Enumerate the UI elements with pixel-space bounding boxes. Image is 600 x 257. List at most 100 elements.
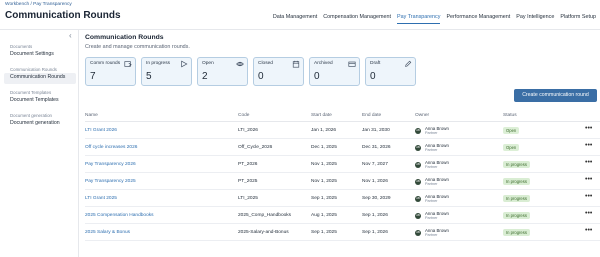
- stat-label: Draft: [370, 61, 381, 66]
- stat-card-comm-rounds[interactable]: Comm rounds 7: [85, 57, 136, 86]
- breadcrumb[interactable]: Workbench / Pay Transparency: [5, 2, 72, 7]
- rounds-icon: [124, 61, 132, 67]
- nav-compensation-management[interactable]: Compensation Management: [323, 14, 391, 24]
- end-date: Nov 1, 2026: [362, 179, 388, 184]
- stat-label: Comm rounds: [90, 61, 121, 66]
- table-row[interactable]: Off cycle increases 2026 Off_Cycle_2026 De…: [85, 139, 600, 156]
- end-date: Sep 1, 2026: [362, 213, 388, 218]
- more-options-icon[interactable]: •••: [585, 159, 592, 166]
- column-header-code[interactable]: Code: [238, 113, 249, 118]
- table-row[interactable]: Pay Transparency 2026 PT_2026 Nov 1, 2025 N…: [85, 156, 600, 173]
- stat-value: 0: [258, 71, 264, 82]
- table-row[interactable]: Pay Transparency 2025 PT_2025 Nov 1, 2025 N…: [85, 173, 600, 190]
- stat-card-archived[interactable]: Archived 0: [309, 57, 360, 86]
- round-name-link[interactable]: LTI Grant 2026: [85, 128, 117, 133]
- sidebar-item-document-settings[interactable]: Document Settings: [10, 51, 54, 57]
- owner-role: Partner: [425, 233, 438, 237]
- owner: AB Anna Brown Partner: [415, 143, 475, 153]
- section-title: Communication Rounds: [85, 34, 164, 41]
- main-content: Communication Rounds Create and manage c…: [85, 30, 600, 257]
- more-options-icon[interactable]: •••: [585, 176, 592, 183]
- column-header-end-date[interactable]: End date: [362, 113, 381, 118]
- round-name-link[interactable]: Off cycle increases 2026: [85, 145, 137, 150]
- owner: AB Anna Brown Partner: [415, 177, 475, 187]
- start-date: Sep 1, 2025: [311, 230, 337, 235]
- table-header: Name Code Start date End date Owner Stat…: [85, 110, 600, 122]
- stat-label: In progress: [146, 61, 170, 66]
- end-date: Nov 7, 2027: [362, 162, 388, 167]
- more-options-icon[interactable]: •••: [585, 125, 592, 132]
- stat-label: Archived: [314, 61, 333, 66]
- avatar: AB: [415, 145, 421, 151]
- more-options-icon[interactable]: •••: [585, 210, 592, 217]
- avatar: AB: [415, 230, 421, 236]
- create-communication-round-button[interactable]: Create communication round: [514, 89, 597, 102]
- round-code: Off_Cycle_2026: [238, 145, 273, 150]
- pencil-icon: [405, 60, 412, 67]
- owner: AB Anna Brown Partner: [415, 126, 475, 136]
- owner-role: Partner: [425, 199, 438, 203]
- column-header-owner[interactable]: Owner: [415, 113, 429, 118]
- start-date: Nov 1, 2025: [311, 162, 337, 167]
- end-date: Sep 30, 2029: [362, 196, 391, 201]
- avatar: AB: [415, 179, 421, 185]
- table-row[interactable]: 2025 Salary & Bonus 2025-Salary-and-Bonus…: [85, 224, 600, 241]
- round-name-link[interactable]: 2025 Salary & Bonus: [85, 230, 130, 235]
- stat-value: 0: [370, 71, 376, 82]
- round-code: 2025-Salary-and-Bonus: [238, 230, 289, 235]
- status-badge: In progress: [503, 195, 530, 202]
- round-name-link[interactable]: 2025 Compensation Handbooks: [85, 213, 154, 218]
- round-code: 2025_Comp_Handbooks: [238, 213, 292, 218]
- stat-card-open[interactable]: Open 2: [197, 57, 248, 86]
- start-date: Dec 1, 2025: [311, 145, 337, 150]
- stat-value: 7: [90, 71, 96, 82]
- nav-platform-setup[interactable]: Platform Setup: [560, 14, 596, 24]
- owner-role: Partner: [425, 216, 438, 220]
- stat-card-draft[interactable]: Draft 0: [365, 57, 416, 86]
- sidebar-group-caption: Document generation: [10, 113, 52, 118]
- stat-value: 2: [202, 71, 208, 82]
- eye-icon: [236, 61, 244, 67]
- round-code: LTI_2025: [238, 196, 258, 201]
- sidebar-item-communication-rounds[interactable]: Communication Rounds: [10, 74, 65, 80]
- avatar: AB: [415, 196, 421, 202]
- column-header-name[interactable]: Name: [85, 113, 98, 118]
- stat-value: 5: [146, 71, 152, 82]
- table-row[interactable]: LTI Grant 2025 LTI_2025 Sep 1, 2025 Sep 30,…: [85, 190, 600, 207]
- round-name-link[interactable]: LTI Grant 2025: [85, 196, 117, 201]
- collapse-sidebar-icon[interactable]: ‹: [69, 31, 72, 40]
- owner: AB Anna Brown Partner: [415, 211, 475, 221]
- column-header-start-date[interactable]: Start date: [311, 113, 332, 118]
- stat-card-closed[interactable]: Closed 0: [253, 57, 304, 86]
- nav-data-management[interactable]: Data Management: [273, 14, 317, 24]
- round-code: PT_2025: [238, 179, 258, 184]
- round-name-link[interactable]: Pay Transparency 2025: [85, 179, 136, 184]
- nav-performance-management[interactable]: Performance Management: [446, 14, 510, 24]
- more-options-icon[interactable]: •••: [585, 227, 592, 234]
- calendar-icon: [292, 60, 300, 68]
- nav-pay-transparency[interactable]: Pay Transparency: [397, 14, 441, 24]
- sidebar-item-document-templates[interactable]: Document Templates: [10, 97, 59, 103]
- page-title: Communication Rounds: [5, 10, 121, 21]
- top-bar: Workbench / Pay Transparency Communicati…: [0, 0, 600, 30]
- stat-card-in-progress[interactable]: In progress 5: [141, 57, 192, 86]
- end-date: Sep 1, 2026: [362, 230, 388, 235]
- column-header-status[interactable]: Status: [503, 113, 517, 118]
- more-options-icon[interactable]: •••: [585, 142, 592, 149]
- more-options-icon[interactable]: •••: [585, 193, 592, 200]
- status-badge: In progress: [503, 229, 530, 236]
- round-code: PT_2026: [238, 162, 258, 167]
- sidebar-item-document-generation[interactable]: Document generation: [10, 120, 60, 126]
- start-date: Nov 1, 2025: [311, 179, 337, 184]
- archive-icon: [348, 61, 356, 67]
- owner-role: Partner: [425, 131, 438, 135]
- sidebar-group-caption: Communication Rounds: [10, 67, 57, 72]
- table-row[interactable]: 2025 Compensation Handbooks 2025_Comp_Han…: [85, 207, 600, 224]
- sidebar: ‹ Documents Document Settings Communicat…: [0, 30, 79, 257]
- owner: AB Anna Brown Partner: [415, 228, 475, 238]
- table-row[interactable]: LTI Grant 2026 LTI_2026 Jan 1, 2026 Jan 31,…: [85, 122, 600, 139]
- round-name-link[interactable]: Pay Transparency 2026: [85, 162, 136, 167]
- nav-pay-intelligence[interactable]: Pay Intelligence: [516, 14, 554, 24]
- status-badge: Open: [503, 144, 520, 151]
- status-badge: In progress: [503, 161, 530, 168]
